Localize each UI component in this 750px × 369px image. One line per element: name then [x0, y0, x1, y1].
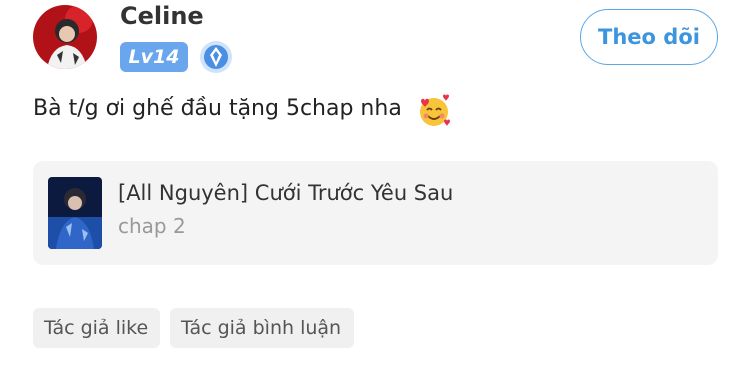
tag-author-like: Tác giả like — [33, 308, 160, 348]
story-cover-image — [48, 177, 102, 249]
follow-button[interactable]: Theo dõi — [580, 9, 718, 65]
tag-author-comment: Tác giả bình luận — [170, 308, 354, 348]
comment-text: Bà t/g ơi ghế đầu tặng 5chap nha — [33, 96, 402, 121]
story-card[interactable]: [All Nguyên] Cưới Trước Yêu Sau chap 2 — [33, 161, 718, 265]
user-avatar-photo — [33, 5, 97, 69]
story-title: [All Nguyên] Cưới Trước Yêu Sau — [118, 181, 454, 205]
avatar[interactable] — [33, 5, 97, 69]
rank-medal-icon — [198, 39, 234, 75]
smiling-face-with-hearts-icon — [416, 93, 452, 129]
username[interactable]: Celine — [120, 2, 204, 30]
level-badge: Lv14 — [120, 42, 188, 72]
story-chapter: chap 2 — [118, 214, 186, 238]
